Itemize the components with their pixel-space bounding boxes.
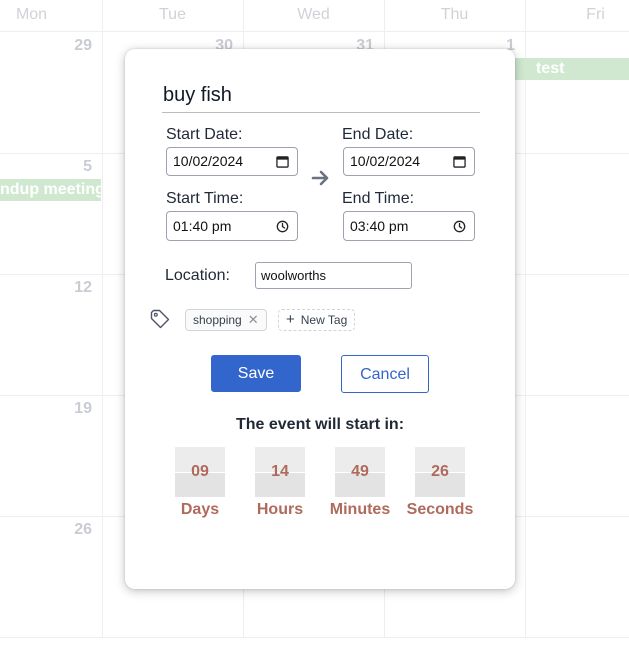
date-cell-number[interactable]: 26: [52, 521, 92, 539]
new-tag-label: New Tag: [300, 313, 348, 327]
calendar-icon[interactable]: [276, 155, 289, 168]
start-date-label: Start Date:: [166, 126, 243, 143]
countdown-minutes-value: 49: [351, 463, 369, 480]
location-label: Location:: [165, 267, 230, 284]
day-name-thu: Thu: [440, 6, 469, 23]
plus-icon: +: [286, 311, 295, 328]
clock-icon[interactable]: [276, 220, 289, 233]
event-label: ndup meeting: [0, 181, 101, 198]
countdown-seconds-label: Seconds: [406, 501, 474, 518]
countdown-minutes-box: 49: [335, 447, 385, 497]
day-name-fri: Fri: [586, 6, 605, 23]
end-date-input[interactable]: 10/02/2024: [343, 147, 475, 176]
end-time-label: End Time:: [342, 190, 415, 207]
arrow-right-icon: [311, 170, 329, 186]
grid-divider: [0, 637, 629, 638]
clock-icon[interactable]: [453, 220, 466, 233]
countdown-hours: 14 Hours: [243, 447, 317, 519]
date-cell-number[interactable]: 19: [52, 400, 92, 418]
location-input[interactable]: [255, 262, 412, 289]
countdown-days-box: 09: [175, 447, 225, 497]
countdown-hours-box: 14: [255, 447, 305, 497]
countdown-heading: The event will start in:: [235, 416, 405, 433]
countdown-days-label: Days: [180, 501, 220, 518]
end-date-value: 10/02/2024: [350, 153, 421, 169]
countdown-minutes-label: Minutes: [329, 501, 391, 518]
day-name-mon: Mon: [15, 6, 48, 23]
grid-divider: [525, 0, 526, 637]
tag-chip-shopping: shopping ✕: [185, 309, 267, 331]
event-label: test: [536, 60, 565, 77]
start-time-input[interactable]: 01:40 pm: [166, 211, 298, 241]
countdown-hours-value: 14: [271, 463, 289, 480]
date-cell-number[interactable]: 29: [52, 37, 92, 55]
cancel-button[interactable]: Cancel: [341, 355, 429, 393]
countdown-minutes: 49 Minutes: [323, 447, 397, 519]
calendar-event-test[interactable]: test: [500, 58, 629, 80]
countdown-seconds: 26 Seconds: [403, 447, 477, 519]
end-date-label: End Date:: [342, 126, 414, 143]
countdown-seconds-box: 26: [415, 447, 465, 497]
close-icon[interactable]: ✕: [248, 310, 259, 330]
countdown-seconds-value: 26: [431, 463, 449, 480]
tag-label: shopping: [193, 313, 242, 327]
start-time-value: 01:40 pm: [173, 218, 232, 234]
date-cell-number[interactable]: 5: [52, 158, 92, 176]
event-title-input[interactable]: [162, 73, 480, 113]
tag-icon: [150, 309, 170, 329]
start-time-label: Start Time:: [166, 190, 244, 207]
day-name-wed: Wed: [297, 6, 330, 23]
grid-divider: [102, 0, 103, 637]
save-button[interactable]: Save: [211, 355, 301, 392]
countdown-days: 09 Days: [163, 447, 237, 519]
end-time-input[interactable]: 03:40 pm: [343, 211, 475, 241]
new-tag-button[interactable]: + New Tag: [278, 309, 356, 331]
calendar-icon[interactable]: [453, 155, 466, 168]
end-time-value: 03:40 pm: [350, 218, 409, 234]
date-cell-number[interactable]: 12: [52, 279, 92, 297]
countdown-days-value: 09: [191, 463, 209, 480]
start-date-input[interactable]: 10/02/2024: [166, 147, 298, 176]
calendar-event-standup[interactable]: ndup meeting: [0, 179, 101, 201]
event-editor-modal: Start Date: 10/02/2024 End Date: 10/02/2…: [125, 49, 515, 589]
start-date-value: 10/02/2024: [173, 153, 244, 169]
day-name-tue: Tue: [159, 6, 186, 23]
countdown-hours-label: Hours: [256, 501, 304, 518]
